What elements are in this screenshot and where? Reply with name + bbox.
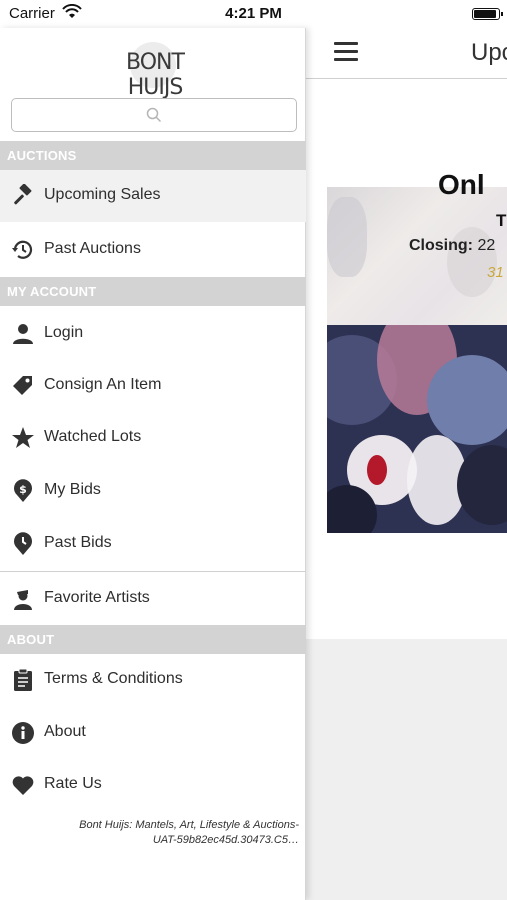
closing-label: Closing: <box>409 237 473 254</box>
sale-subtitle: T <box>496 211 507 230</box>
sale-title: Onl <box>438 169 485 200</box>
sale-date: 31 <box>487 264 504 281</box>
clipboard-icon <box>11 668 35 692</box>
search-input[interactable] <box>11 98 297 132</box>
logo-text: BONT HUIJS <box>126 50 185 100</box>
divider <box>0 571 306 572</box>
sidebar-item-label: Past Bids <box>44 534 112 551</box>
sale-card-header-image <box>327 187 507 325</box>
sidebar-item-favorite-artists[interactable]: Favorite Artists <box>0 573 306 625</box>
sidebar-item-label: Login <box>44 324 84 341</box>
sidebar-item-label: About <box>44 723 86 740</box>
sidebar-item-label: Past Auctions <box>44 240 141 257</box>
top-navigation-bar: Upc <box>306 28 507 79</box>
sidebar-item-past-bids[interactable]: Past Bids <box>0 518 306 570</box>
section-header-my-account: MY ACCOUNT <box>0 277 306 306</box>
battery-icon <box>472 8 503 20</box>
app-version-footer: Bont Huijs: Mantels, Art, Lifestyle & Au… <box>9 818 299 848</box>
star-icon <box>11 426 35 450</box>
bont-huijs-logo: BONT HUIJS <box>100 40 210 100</box>
sidebar-item-terms-conditions[interactable]: Terms & Conditions <box>0 654 306 706</box>
closing-value: 22 <box>477 237 496 254</box>
sale-card[interactable]: Onl T Closing: 22 31 <box>306 79 507 639</box>
hamburger-menu-icon[interactable] <box>334 42 358 62</box>
status-bar: Carrier 4:21 PM <box>0 0 507 28</box>
history-icon <box>11 238 35 262</box>
sidebar-item-label: Rate Us <box>44 775 102 792</box>
section-header-about: ABOUT <box>0 625 306 654</box>
sidebar-item-label: Consign An Item <box>44 376 162 393</box>
side-drawer: BONT HUIJS AUCTIONS Upcoming Sales Past … <box>0 28 306 900</box>
sidebar-item-watched-lots[interactable]: Watched Lots <box>0 412 306 464</box>
gavel-icon <box>11 183 35 208</box>
dollar-pin-icon: $ <box>11 479 35 503</box>
footer-line: Bont Huijs: Mantels, Art, Lifestyle & Au… <box>79 819 299 831</box>
sidebar-item-my-bids[interactable]: $ My Bids <box>0 465 306 517</box>
heart-icon <box>11 773 35 797</box>
sidebar-item-label: Watched Lots <box>44 428 142 445</box>
sidebar-item-label: My Bids <box>44 481 101 498</box>
sidebar-item-label: Favorite Artists <box>44 589 150 606</box>
clock-pin-icon <box>11 532 35 556</box>
sidebar-item-login[interactable]: Login <box>0 308 306 360</box>
svg-text:$: $ <box>19 483 27 496</box>
footer-line: UAT-59b82ec45d.30473.C5… <box>152 834 299 846</box>
info-icon <box>11 721 35 745</box>
sidebar-item-about[interactable]: About <box>0 707 306 759</box>
sale-artwork-image <box>327 325 507 533</box>
sidebar-item-past-auctions[interactable]: Past Auctions <box>0 224 306 276</box>
content-background <box>306 639 507 900</box>
sidebar-item-upcoming-sales[interactable]: Upcoming Sales <box>0 170 306 222</box>
sidebar-item-label: Terms & Conditions <box>44 670 183 687</box>
main-content: Upc Onl T Closing: 22 31 <box>306 28 507 900</box>
artist-icon <box>11 587 35 611</box>
tag-icon <box>11 374 35 398</box>
sidebar-item-rate-us[interactable]: Rate Us <box>0 759 306 811</box>
user-icon <box>11 322 35 346</box>
page-title: Upc <box>471 39 507 66</box>
section-header-auctions: AUCTIONS <box>0 141 306 170</box>
search-icon <box>146 107 162 128</box>
sale-closing: Closing: 22 <box>409 237 495 255</box>
clock-time: 4:21 PM <box>225 5 282 22</box>
sidebar-item-consign-an-item[interactable]: Consign An Item <box>0 360 306 412</box>
sidebar-item-label: Upcoming Sales <box>44 186 161 203</box>
